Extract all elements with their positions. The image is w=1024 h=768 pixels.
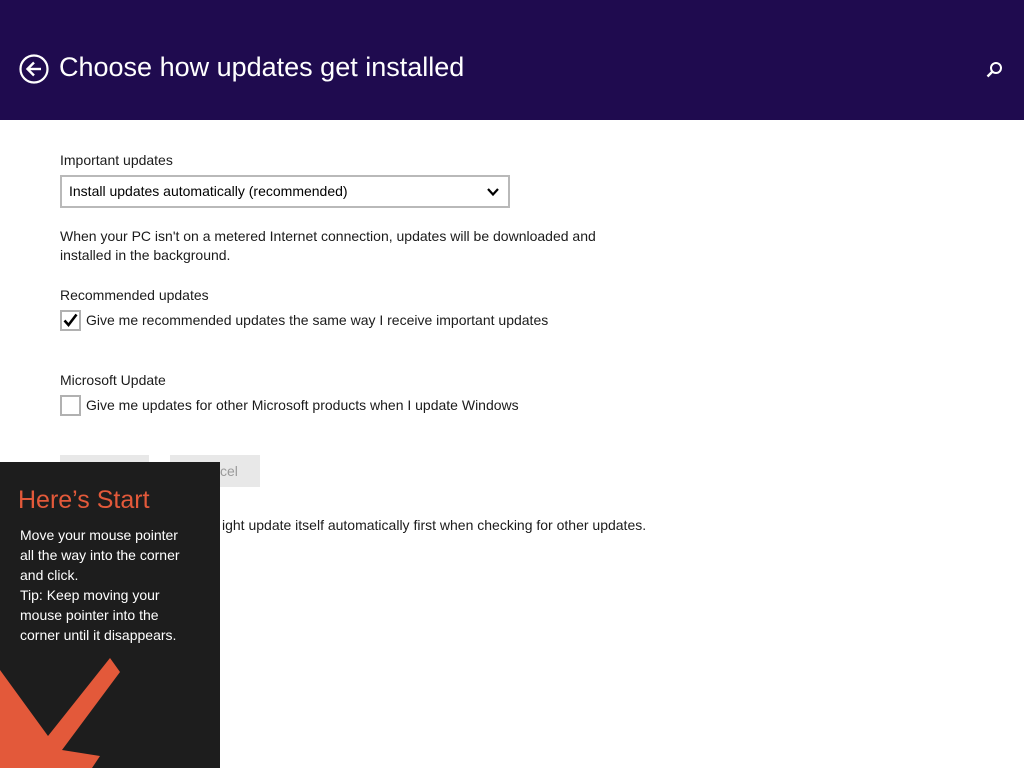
start-tip-line: mouse pointer into the: [20, 607, 159, 623]
start-tip-body: Move your mouse pointer all the way into…: [20, 525, 210, 645]
start-tip-line: and click.: [20, 567, 79, 583]
microsoft-update-checkbox-label[interactable]: Give me updates for other Microsoft prod…: [86, 397, 519, 413]
start-tip-title: Here’s Start: [18, 486, 150, 514]
header-bar: Choose how updates get installed: [0, 0, 1024, 120]
checkmark-icon: [63, 313, 78, 328]
back-arrow-circle-icon[interactable]: [19, 54, 49, 84]
arrow-down-left-icon: [0, 658, 120, 768]
important-updates-dropdown[interactable]: Install updates automatically (recommend…: [60, 175, 510, 208]
important-updates-description: When your PC isn't on a metered Internet…: [60, 227, 620, 265]
important-updates-selected-value: Install updates automatically (recommend…: [69, 183, 348, 199]
settings-page: Choose how updates get installed Importa…: [0, 0, 1024, 768]
recommended-updates-label: Recommended updates: [60, 287, 209, 303]
microsoft-update-checkbox[interactable]: [60, 395, 81, 416]
description-line-1: When your PC isn't on a metered Internet…: [60, 228, 596, 244]
page-title: Choose how updates get installed: [59, 52, 465, 82]
important-updates-label: Important updates: [60, 152, 173, 168]
cancel-button-label: cel: [220, 463, 238, 479]
recommended-updates-checkbox[interactable]: [60, 310, 81, 331]
update-note: ight update itself automatically first w…: [222, 517, 647, 533]
recommended-updates-checkbox-label[interactable]: Give me recommended updates the same way…: [86, 312, 548, 328]
search-icon[interactable]: [984, 60, 1004, 80]
chevron-down-icon: [486, 185, 500, 199]
start-tip-panel: Here’s Start Move your mouse pointer all…: [0, 462, 220, 768]
start-tip-line: Move your mouse pointer: [20, 527, 178, 543]
microsoft-update-label: Microsoft Update: [60, 372, 166, 388]
description-line-2: installed in the background.: [60, 247, 231, 263]
start-tip-line: Tip: Keep moving your: [20, 587, 160, 603]
start-tip-line: corner until it disappears.: [20, 627, 177, 643]
start-tip-line: all the way into the corner: [20, 547, 180, 563]
